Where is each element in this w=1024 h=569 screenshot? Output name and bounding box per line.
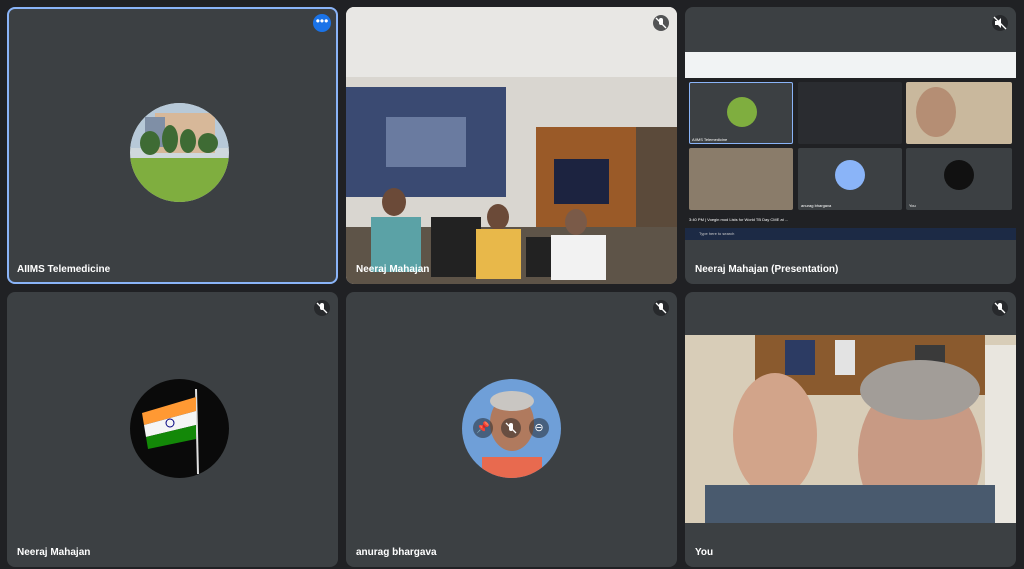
more-options-icon[interactable]: ••• — [313, 14, 331, 32]
tile-anurag-bhargava[interactable]: 📌 ⊖ anurag bhargava — [346, 292, 677, 567]
mic-off-icon — [653, 15, 669, 31]
participant-name: anurag bhargava — [356, 547, 437, 558]
participant-name: Neeraj Mahajan (Presentation) — [695, 264, 839, 275]
participant-name: AIIMS Telemedicine — [17, 264, 111, 275]
mini-tile-grid — [798, 82, 902, 144]
participant-name: You — [695, 547, 714, 558]
tile-neeraj-room[interactable]: Neeraj Mahajan — [346, 7, 677, 284]
remove-icon[interactable]: ⊖ — [529, 418, 549, 438]
tile-you[interactable]: You — [685, 292, 1016, 567]
shared-screen: AIIMS Telemedicine anurag bhargava You 3… — [685, 52, 1016, 240]
mic-off-icon — [653, 300, 669, 316]
mini-tile-flag: You — [906, 148, 1012, 210]
mini-tile-aiims: AIIMS Telemedicine — [689, 82, 793, 144]
volume-off-icon — [992, 15, 1008, 31]
participant-video — [346, 7, 677, 284]
mic-off-icon — [992, 300, 1008, 316]
avatar — [130, 379, 229, 478]
participant-video — [685, 335, 1016, 523]
mute-icon[interactable] — [501, 418, 521, 438]
avatar — [130, 103, 229, 202]
meet-controls-bar: 3:40 PM | Voegin mod Lists for World TB … — [689, 217, 789, 222]
tile-aiims-telemedicine[interactable]: ••• AIIMS Telemedicine — [7, 7, 338, 284]
mini-tile-you — [906, 82, 1012, 144]
taskbar: Type here to search — [685, 228, 1016, 240]
participant-name: Neeraj Mahajan — [356, 264, 430, 275]
mic-off-icon — [314, 300, 330, 316]
browser-bar — [685, 52, 1016, 78]
pin-icon[interactable]: 📌 — [473, 418, 493, 438]
mini-tile-room — [689, 148, 793, 210]
participant-name: Neeraj Mahajan — [17, 547, 91, 558]
tile-presentation[interactable]: AIIMS Telemedicine anurag bhargava You 3… — [685, 7, 1016, 284]
tile-neeraj-flag[interactable]: Neeraj Mahajan — [7, 292, 338, 567]
participant-hover-controls: 📌 ⊖ — [473, 418, 549, 438]
mini-tile-anurag: anurag bhargava — [798, 148, 902, 210]
